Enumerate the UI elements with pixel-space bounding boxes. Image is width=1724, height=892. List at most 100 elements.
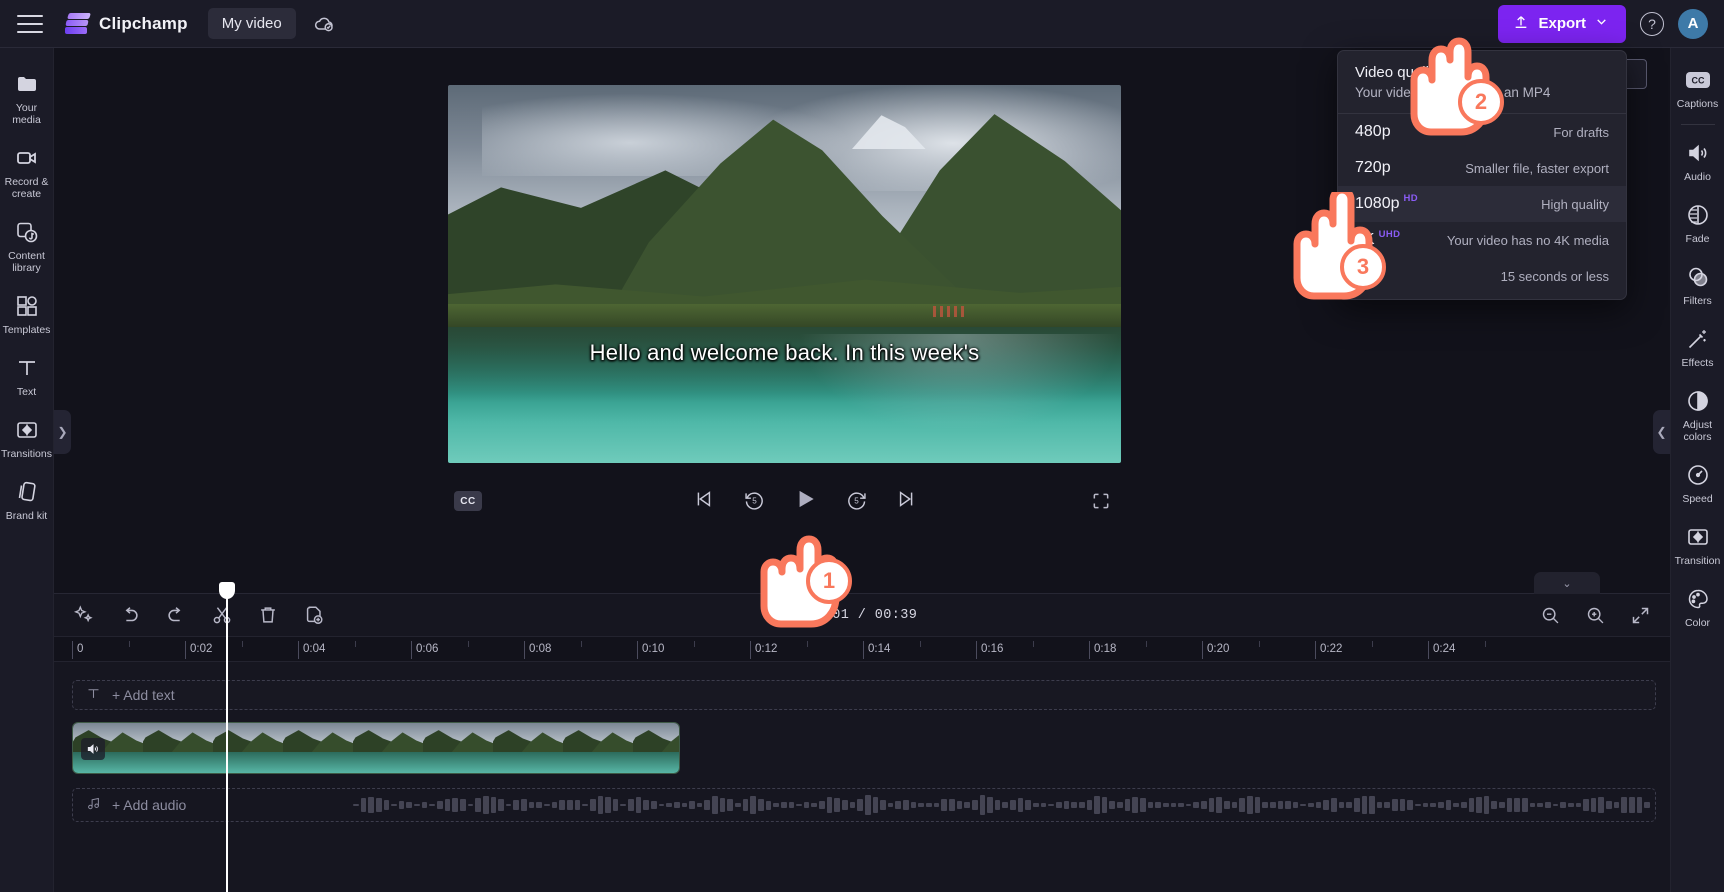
rewind-5-icon[interactable]: 5 xyxy=(740,485,768,513)
ruler-tick-major xyxy=(1315,641,1316,659)
waveform-bar xyxy=(1384,801,1391,809)
chevron-down-icon xyxy=(1595,15,1608,32)
waveform-bar xyxy=(979,795,986,815)
ruler-tick-minor xyxy=(580,641,582,647)
waveform-bar xyxy=(757,798,764,812)
waveform-bar xyxy=(1361,796,1368,814)
sidebar-item-record-create[interactable]: Record & create xyxy=(0,136,54,210)
step-badge-2: 2 xyxy=(1458,79,1504,125)
sidebar-item-transitions[interactable]: Transitions xyxy=(0,408,54,470)
brand-name: Clipchamp xyxy=(99,13,188,33)
option-hint: High quality xyxy=(1541,196,1609,212)
waveform-bar xyxy=(475,798,481,812)
sidebar-item-adjust-colors[interactable]: Adjust colors xyxy=(1671,379,1724,453)
sidebar-item-effects[interactable]: Effects xyxy=(1671,317,1724,379)
play-icon[interactable] xyxy=(791,485,819,513)
export-option-720p[interactable]: 720p Smaller file, faster export xyxy=(1338,150,1626,186)
ruler-tick-label: 0:20 xyxy=(1207,643,1230,655)
sidebar-label: Your media xyxy=(12,102,41,126)
export-option-1080p[interactable]: 1080p HD High quality xyxy=(1338,186,1626,222)
video-preview[interactable]: Hello and welcome back. In this week's xyxy=(448,85,1121,463)
sidebar-item-audio[interactable]: Audio xyxy=(1671,131,1724,193)
waveform-bar xyxy=(1514,797,1521,812)
fit-screen-icon[interactable] xyxy=(1628,603,1652,627)
project-name-field[interactable]: My video xyxy=(207,8,296,39)
waveform-bar xyxy=(353,804,359,806)
waveform-bar xyxy=(1117,801,1123,809)
waveform-bar xyxy=(650,801,657,809)
export-button-label: Export xyxy=(1538,15,1586,32)
zoom-in-icon[interactable] xyxy=(1583,603,1607,627)
cc-toggle-button[interactable]: CC xyxy=(454,491,482,511)
expand-left-panel-chevron-icon[interactable]: ❯ xyxy=(54,410,71,454)
waveform-bar xyxy=(574,799,581,811)
collapse-timeline-chevron-icon[interactable]: ⌄ xyxy=(1534,572,1600,594)
ruler-tick-major xyxy=(1089,641,1090,659)
ruler-tick-label: 0:10 xyxy=(642,643,665,655)
waveform-bar xyxy=(1094,796,1100,814)
sidebar-item-speed[interactable]: Speed xyxy=(1671,453,1724,515)
waveform-bar xyxy=(1246,795,1253,815)
sidebar-label: Text xyxy=(16,386,37,398)
waveform-bar xyxy=(1285,800,1291,810)
fullscreen-icon[interactable] xyxy=(1089,489,1113,513)
clip-thumbnail xyxy=(283,723,353,773)
sidebar-item-captions[interactable]: CC Captions xyxy=(1671,58,1724,120)
ruler-tick-label: 0:16 xyxy=(981,643,1004,655)
waveform-bar xyxy=(513,800,520,810)
sidebar-label: Captions xyxy=(1676,98,1719,110)
sidebar-item-templates[interactable]: Templates xyxy=(0,284,54,346)
sidebar-item-brand-kit[interactable]: Brand kit xyxy=(0,470,54,532)
waveform-bar xyxy=(803,802,810,808)
waveform-bar xyxy=(444,798,451,812)
waveform-bar xyxy=(1132,796,1138,814)
speaker-icon[interactable] xyxy=(81,738,105,760)
hamburger-icon[interactable] xyxy=(17,14,43,33)
skip-end-icon[interactable] xyxy=(893,485,921,513)
waveform-bar xyxy=(620,803,627,807)
transport-controls: 5 5 xyxy=(689,485,921,513)
waveform-bar xyxy=(780,802,787,808)
waveform-bar xyxy=(1483,796,1490,814)
sidebar-item-your-media[interactable]: Your media xyxy=(0,62,54,136)
forward-5-icon[interactable]: 5 xyxy=(842,485,870,513)
add-audio-track[interactable]: + Add audio xyxy=(72,788,1656,822)
avatar[interactable]: A xyxy=(1678,8,1708,39)
waveform-bar xyxy=(467,804,474,806)
sidebar-item-content-library[interactable]: Content library xyxy=(0,210,54,284)
waveform-bar xyxy=(1071,802,1077,808)
cloud-sync-icon[interactable] xyxy=(312,11,338,37)
sidebar-label: Transitions xyxy=(1,448,52,460)
waveform-bar xyxy=(1399,799,1406,811)
timeline-ruler[interactable]: 0 0:02 0:04 0:06 0:08 0:10 0:12 0:14 0:16 0:18 0:2… xyxy=(54,636,1670,662)
divider xyxy=(1680,124,1715,125)
waveform-bar xyxy=(528,801,535,809)
skip-start-icon[interactable] xyxy=(689,485,717,513)
waveform-bar xyxy=(1162,802,1169,808)
help-circle-icon[interactable]: ? xyxy=(1640,11,1664,36)
sidebar-item-filters[interactable]: Filters xyxy=(1671,255,1724,317)
ruler-tick-label: 0:14 xyxy=(868,643,891,655)
text-icon xyxy=(15,356,39,380)
palette-icon xyxy=(1686,587,1710,611)
option-label: 480p xyxy=(1355,123,1391,140)
waveform-bar xyxy=(628,799,634,811)
collapse-right-panel-chevron-icon[interactable]: ❮ xyxy=(1653,410,1670,454)
speedometer-icon xyxy=(1686,463,1710,487)
waveform-bar xyxy=(1201,800,1207,810)
waveform-bar xyxy=(566,800,573,810)
waveform-bar xyxy=(1331,798,1337,812)
ruler-tick-minor xyxy=(806,641,808,647)
waveform-bar xyxy=(635,797,642,813)
sidebar-item-transition[interactable]: Transition xyxy=(1671,515,1724,577)
add-text-track[interactable]: + Add text xyxy=(72,680,1656,710)
waveform-bar xyxy=(796,804,802,806)
waveform-bar xyxy=(1323,799,1329,811)
waveform-bar xyxy=(498,798,504,811)
zoom-out-icon[interactable] xyxy=(1538,603,1562,627)
sidebar-item-fade[interactable]: Fade xyxy=(1671,193,1724,255)
sidebar-item-color[interactable]: Color xyxy=(1671,577,1724,639)
sidebar-item-text[interactable]: Text xyxy=(0,346,54,408)
export-button[interactable]: Export xyxy=(1498,4,1626,43)
video-clip[interactable] xyxy=(72,722,680,774)
